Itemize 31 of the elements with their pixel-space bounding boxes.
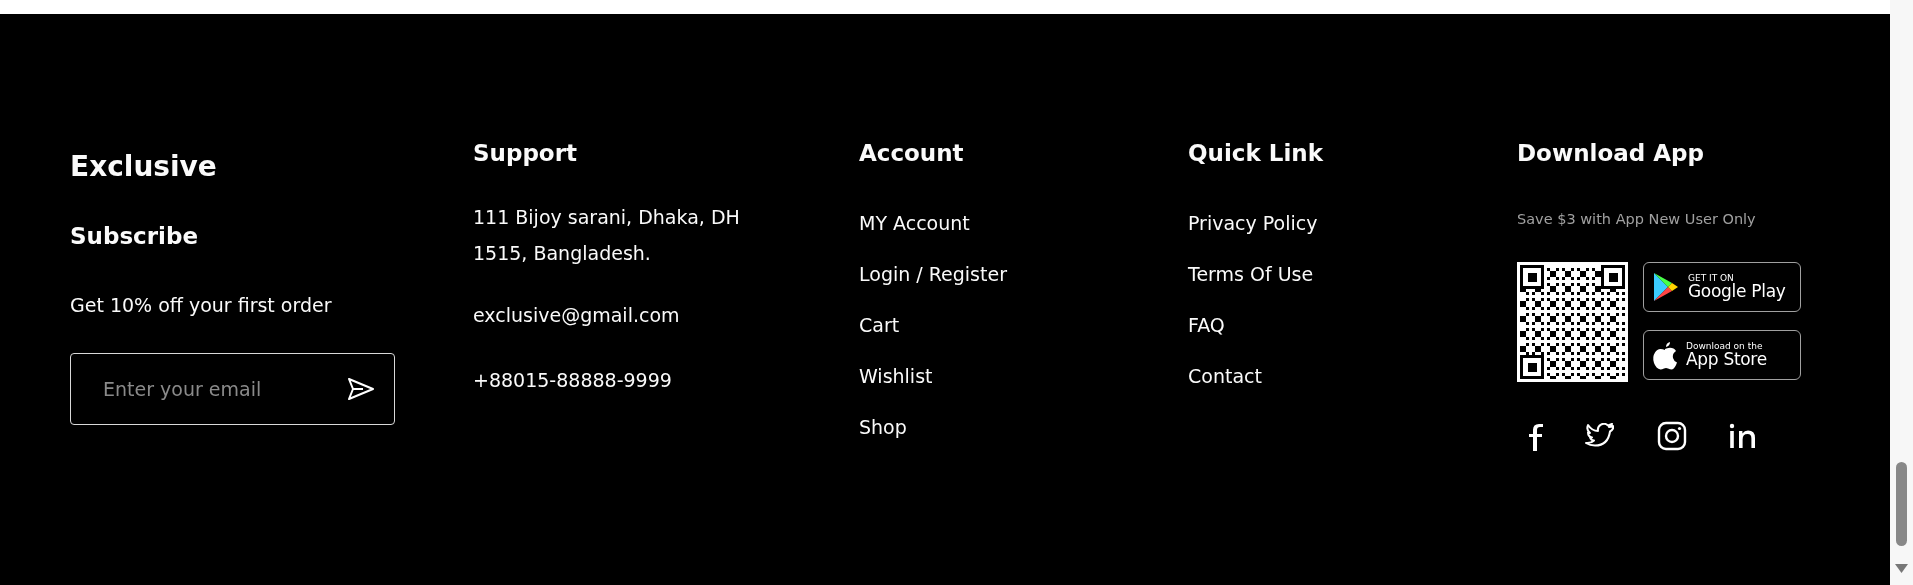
linkedin-icon[interactable] xyxy=(1729,423,1757,449)
footer-link[interactable]: Contact xyxy=(1188,362,1262,390)
section-title: Subscribe xyxy=(70,222,199,251)
apple-icon xyxy=(1652,340,1678,370)
column-heading: Support xyxy=(473,139,577,168)
twitter-icon[interactable] xyxy=(1585,423,1615,449)
phone-text: +88015-88888-9999 xyxy=(473,368,672,393)
offer-text: Get 10% off your first order xyxy=(70,293,332,318)
scroll-down-icon[interactable] xyxy=(1895,563,1908,574)
email-field[interactable]: Enter your email xyxy=(70,353,395,425)
google-play-button[interactable]: GET IT ON Google Play xyxy=(1643,262,1801,312)
footer-link[interactable]: FAQ xyxy=(1188,311,1225,339)
footer-link[interactable]: Cart xyxy=(859,311,900,339)
email-text: exclusive@gmail.com xyxy=(473,303,680,328)
column-heading: Quick Link xyxy=(1188,139,1323,168)
footer-link[interactable]: Wishlist xyxy=(859,362,933,390)
app-store-button[interactable]: Download on the App Store xyxy=(1643,330,1801,380)
footer-link[interactable]: Privacy Policy xyxy=(1188,209,1318,237)
address-text: 111 Bijoy sarani, Dhaka, DH 1515, Bangladesh. xyxy=(473,205,741,266)
column-heading: Account xyxy=(859,139,964,168)
instagram-icon[interactable] xyxy=(1657,421,1687,451)
footer-link[interactable]: Terms Of Use xyxy=(1188,260,1314,288)
scrollbar-thumb[interactable] xyxy=(1896,462,1907,546)
promo-text: Save $3 with App New User Only xyxy=(1517,210,1756,229)
footer-link[interactable]: MY Account xyxy=(859,209,970,237)
play-icon xyxy=(1652,272,1680,302)
brand-logo: Exclusive xyxy=(70,151,217,183)
send-icon[interactable] xyxy=(347,377,375,401)
column-heading: Download App xyxy=(1517,139,1704,168)
footer-link[interactable]: Login / Register xyxy=(859,260,1007,288)
footer-link[interactable]: Shop xyxy=(859,413,907,441)
